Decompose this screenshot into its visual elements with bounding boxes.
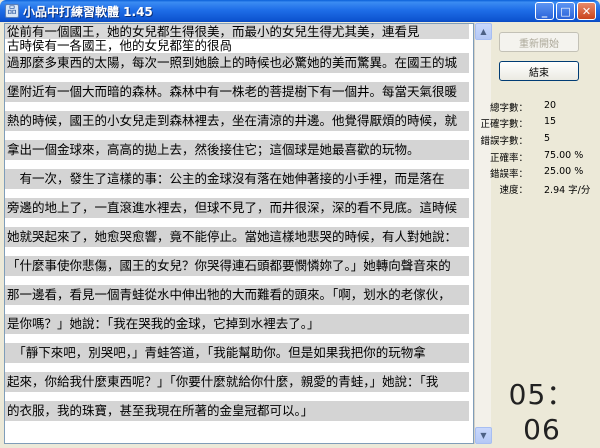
practice-line: 是你嗎？」她說：「我在哭我的金球，它掉到水裡去了。」	[5, 314, 469, 343]
source-line: 「什麼事使你悲傷，國王的女兒？你哭得連石頭都要憫憐妳了。」她轉向聲音來的	[5, 256, 469, 276]
practice-line: 熱的時候，國王的小女兒走到森林裡去，坐在清涼的井邊。他覺得厭煩的時候，就	[5, 111, 469, 140]
practice-line: 拿出一個金球來，高高的拋上去，然後接住它；這個球是她最喜歡的玩物。	[5, 140, 469, 169]
typed-line-input[interactable]: 古時侯有一各國王，他的女兒都笙的很咼	[5, 39, 469, 53]
scroll-down-icon[interactable]: ▼	[475, 427, 492, 444]
minimize-button[interactable]: _	[535, 2, 554, 20]
error-rate-label: 錯誤率：	[489, 169, 528, 180]
source-line: 拿出一個金球來，高高的拋上去，然後接住它；這個球是她最喜歡的玩物。	[5, 140, 469, 160]
practice-line: 有一次，發生了這樣的事：公主的金球沒有落在她伸著接的小手裡，而是落在	[5, 169, 469, 198]
scroll-up-icon[interactable]: ▲	[475, 23, 492, 40]
practice-line: 旁邊的地上了，一直滾進水裡去，但球不見了，而井很深，深的看不見底。這時候	[5, 198, 469, 227]
source-line: 是你嗎？」她說：「我在哭我的金球，它掉到水裡去了。」	[5, 314, 469, 334]
error-rate-value: 25.00 %	[544, 166, 584, 177]
source-line: 旁邊的地上了，一直滾進水裡去，但球不見了，而井很深，深的看不見底。這時候	[5, 198, 469, 218]
vertical-scrollbar[interactable]: ▲ ▼	[474, 23, 492, 444]
wrong-chars-label: 錯誤字數：	[480, 136, 528, 147]
close-button[interactable]: ✕	[577, 2, 596, 20]
accuracy-label: 正確率：	[489, 153, 528, 164]
source-line: 從前有一個國王，她的女兒都生得很美，而最小的女兒生得尤其美，連看見	[5, 24, 469, 39]
source-line: 她就哭起來了，她愈哭愈響，竟不能停止。當她這樣地悲哭的時候，有人對她說：	[5, 227, 469, 247]
practice-line: 起來，你給我什麼東西呢？」「你要什麼就給你什麼，親愛的青蛙，」她說：「我	[5, 372, 469, 401]
end-button[interactable]: 結束	[499, 61, 579, 81]
practice-line: 從前有一個國王，她的女兒都生得很美，而最小的女兒生得尤其美，連看見 古時侯有一各…	[5, 24, 469, 53]
speed-label: 速度：	[499, 185, 528, 196]
source-line: 有一次，發生了這樣的事：公主的金球沒有落在她伸著接的小手裡，而是落在	[5, 169, 469, 189]
practice-line: 堡附近有一個大而暗的森林。森林中有一株老的菩提樹下有一個井。每當天氣很暖	[5, 82, 469, 111]
window-title: 小品中打練習軟體 1.45	[23, 4, 153, 19]
app-icon: 品	[5, 4, 19, 18]
window-title-bar[interactable]: 品 小品中打練習軟體 1.45 _ □ ✕	[0, 0, 600, 22]
total-chars-value: 20	[544, 100, 557, 111]
practice-line: 「什麼事使你悲傷，國王的女兒？你哭得連石頭都要憫憐妳了。」她轉向聲音來的	[5, 256, 469, 285]
source-line: 那一邊看，看見一個青蛙從水中伸出牠的大而難看的頭來。「啊，划水的老傢伙，	[5, 285, 469, 305]
practice-line: 那一邊看，看見一個青蛙從水中伸出牠的大而難看的頭來。「啊，划水的老傢伙，	[5, 285, 469, 314]
accuracy-value: 75.00 %	[544, 150, 584, 161]
source-line: 起來，你給我什麼東西呢？」「你要什麼就給你什麼，親愛的青蛙，」她說：「我	[5, 372, 469, 392]
practice-line: 的衣服，我的珠寶，甚至我現在所著的金皇冠都可以。」	[5, 401, 469, 430]
correct-chars-value: 15	[544, 116, 557, 127]
source-line: 熱的時候，國王的小女兒走到森林裡去，坐在清涼的井邊。他覺得厭煩的時候，就	[5, 111, 469, 131]
practice-line: 她就哭起來了，她愈哭愈響，竟不能停止。當她這樣地悲哭的時候，有人對她說：	[5, 227, 469, 256]
wrong-chars-value: 5	[544, 133, 551, 144]
practice-text-panel[interactable]: 從前有一個國王，她的女兒都生得很美，而最小的女兒生得尤其美，連看見 古時侯有一各…	[4, 23, 474, 444]
restart-button[interactable]: 重新開始	[499, 32, 579, 52]
maximize-button[interactable]: □	[556, 2, 575, 20]
source-line: 過那麼多東西的太陽，每次一照到她臉上的時候也必驚她的美而驚異。在國王的城	[5, 53, 469, 73]
practice-line: 「靜下來吧，別哭吧，」青蛙答道，「我能幫助你。但是如果我把你的玩物拿	[5, 343, 469, 372]
source-line: 的衣服，我的珠寶，甚至我現在所著的金皇冠都可以。」	[5, 401, 469, 421]
total-chars-label: 總字數：	[489, 103, 528, 114]
practice-line: 過那麼多東西的太陽，每次一照到她臉上的時候也必驚她的美而驚異。在國王的城	[5, 53, 469, 82]
speed-value: 2.94 字/分	[544, 185, 591, 196]
source-line: 堡附近有一個大而暗的森林。森林中有一株老的菩提樹下有一個井。每當天氣很暖	[5, 82, 469, 102]
correct-chars-label: 正確字數：	[480, 119, 528, 130]
elapsed-timer: 05：06	[508, 378, 576, 446]
source-line: 「靜下來吧，別哭吧，」青蛙答道，「我能幫助你。但是如果我把你的玩物拿	[5, 343, 469, 363]
